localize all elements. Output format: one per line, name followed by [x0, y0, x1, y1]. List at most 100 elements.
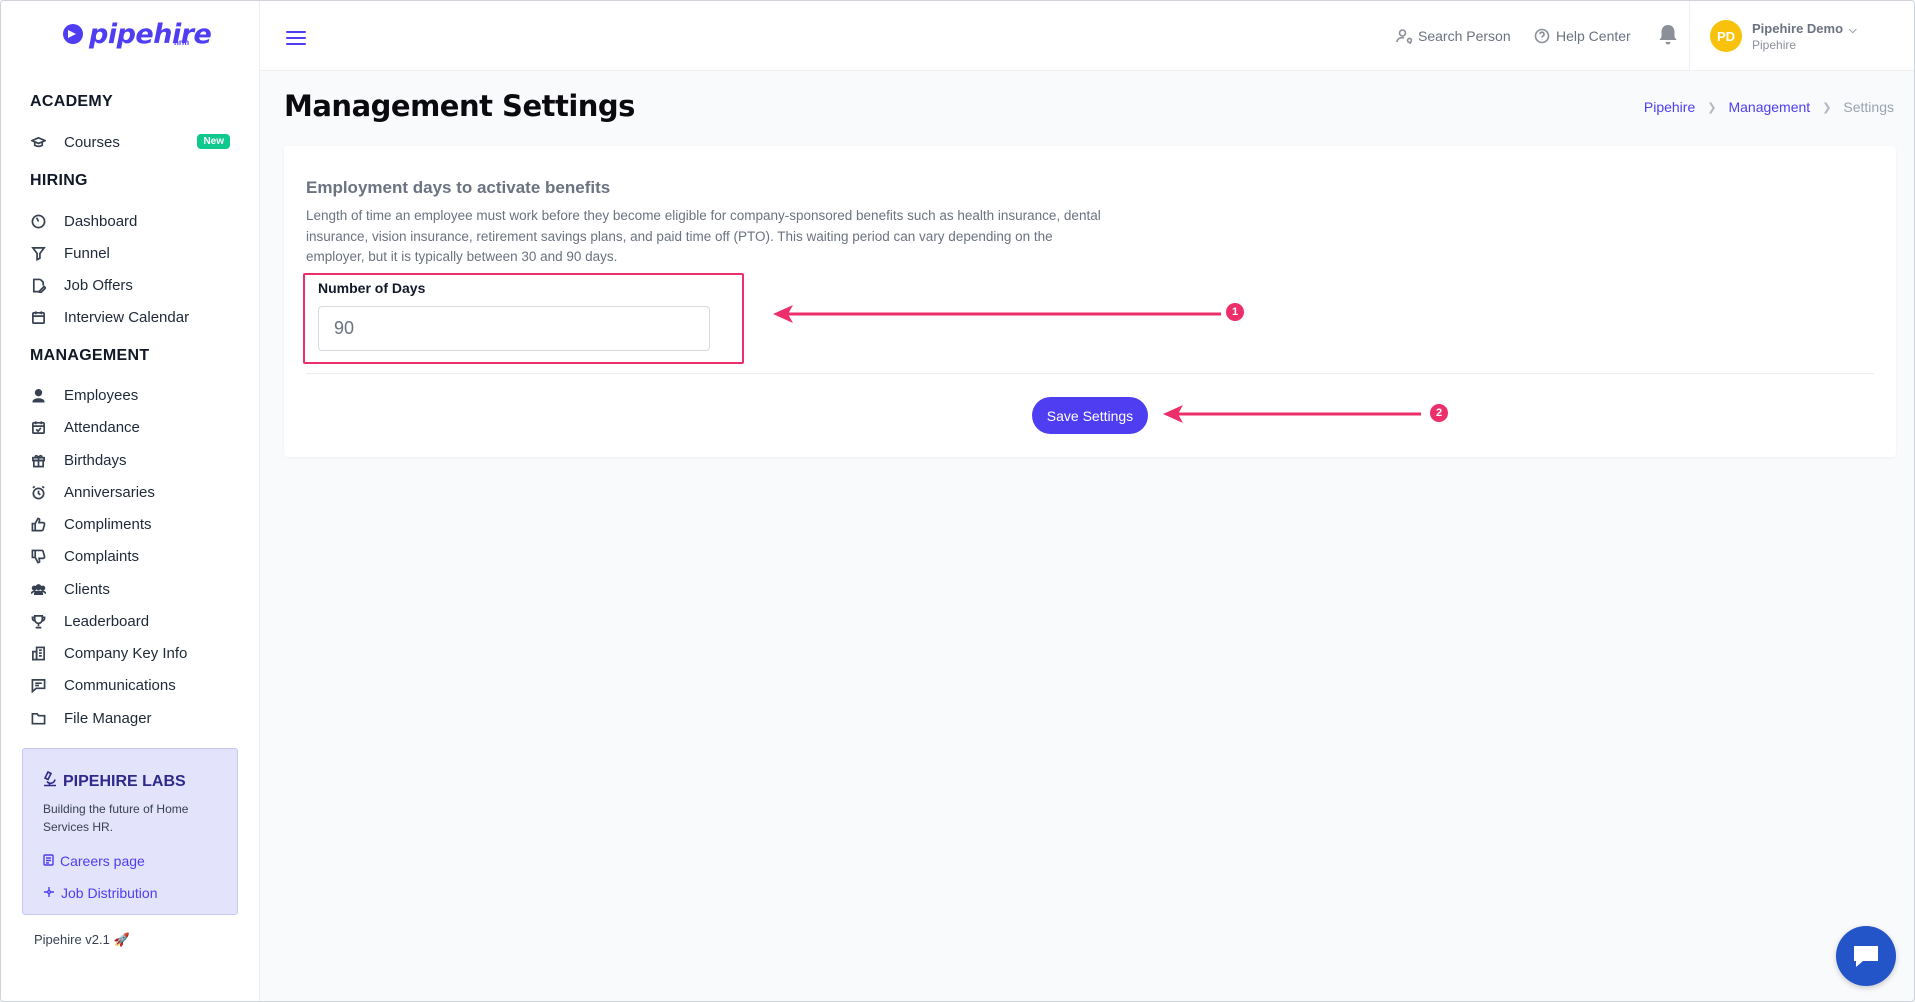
help-center-button[interactable]: Help Center [1534, 28, 1631, 44]
chat-icon [30, 677, 46, 693]
thumbs-down-icon [30, 548, 46, 564]
labs-description: Building the future of Home Services HR. [43, 802, 189, 834]
sidebar-item-label: Attendance [64, 418, 140, 436]
breadcrumb: Pipehire ❯ Management ❯ Settings [1644, 99, 1894, 115]
pipehire-labs-panel: PIPEHIRE LABS Building the future of Hom… [22, 748, 238, 915]
sidebar-item-label: Complaints [64, 547, 140, 565]
save-settings-button[interactable]: Save Settings [1032, 397, 1148, 434]
sidebar-item-label: Communications [64, 676, 176, 694]
annotation-marker-2: 2 [1430, 404, 1448, 422]
sidebar-item-courses[interactable]: Courses New [30, 129, 240, 155]
sidebar-item-communications[interactable]: Communications [30, 672, 240, 698]
number-of-days-label: Number of Days [318, 280, 426, 296]
careers-page-label: Careers page [60, 853, 145, 869]
card-divider [306, 373, 1874, 374]
bell-icon[interactable] [1657, 23, 1679, 52]
sidebar-item-interview-calendar[interactable]: Interview Calendar [30, 304, 240, 330]
play-logo-icon [63, 24, 83, 44]
folder-icon [30, 710, 46, 726]
chat-bubble-icon [1854, 946, 1878, 967]
chevron-right-icon: ❯ [1707, 101, 1717, 114]
sidebar-item-job-offers[interactable]: Job Offers [30, 272, 240, 298]
share-nodes-icon [43, 885, 55, 901]
sidebar-item-birthdays[interactable]: Birthdays [30, 447, 240, 473]
sidebar-item-anniversaries[interactable]: Anniversaries [30, 479, 240, 505]
sidebar-item-label: Compliments [64, 515, 152, 533]
annotation-marker-1: 1 [1226, 303, 1244, 321]
sidebar-item-label: Clients [64, 580, 110, 598]
sidebar-item-label: Dashboard [64, 212, 138, 230]
gift-icon [30, 452, 46, 468]
sidebar-item-employees[interactable]: Employees [30, 382, 240, 408]
graduation-cap-icon [30, 134, 46, 150]
building-icon [30, 645, 46, 661]
sidebar-item-label: Job Offers [64, 276, 133, 294]
page-title: Management Settings [284, 89, 635, 123]
app-window: pipehire hrm ACADEMY Courses New HIRING … [0, 0, 1915, 1002]
sidebar-item-label: Birthdays [64, 451, 127, 469]
labs-title: PIPEHIRE LABS [43, 770, 186, 792]
user-info: Pipehire Demo ⌵ Pipehire [1752, 21, 1857, 52]
help-center-label: Help Center [1556, 28, 1631, 44]
alarm-clock-icon [30, 484, 46, 500]
people-icon [30, 581, 46, 597]
logo-text: pipehire [89, 18, 212, 50]
sidebar-item-company-key-info[interactable]: Company Key Info [30, 640, 240, 666]
section-title-management: MANAGEMENT [30, 347, 150, 364]
thumbs-up-icon [30, 516, 46, 532]
settings-card: Employment days to activate benefits Len… [284, 146, 1896, 457]
number-of-days-input[interactable] [318, 306, 710, 351]
section-title-hiring: HIRING [30, 172, 88, 189]
sidebar-item-label: Funnel [64, 244, 110, 262]
sidebar-item-file-manager[interactable]: File Manager [30, 705, 240, 731]
sidebar-item-compliments[interactable]: Compliments [30, 511, 240, 537]
person-icon [30, 387, 46, 403]
hamburger-menu-icon[interactable] [286, 31, 306, 45]
job-distribution-label: Job Distribution [61, 885, 158, 901]
sidebar-item-complaints[interactable]: Complaints [30, 543, 240, 569]
new-badge: New [197, 134, 230, 149]
list-icon [43, 853, 54, 869]
job-distribution-link[interactable]: Job Distribution [43, 885, 158, 901]
chat-support-button[interactable] [1836, 926, 1896, 986]
breadcrumb-settings: Settings [1843, 99, 1894, 115]
calendar-check-icon [30, 419, 46, 435]
sidebar-item-funnel[interactable]: Funnel [30, 240, 240, 266]
avatar: PD [1710, 20, 1742, 52]
filter-icon [30, 245, 46, 261]
breadcrumb-management[interactable]: Management [1728, 99, 1810, 115]
careers-page-link[interactable]: Careers page [43, 853, 145, 869]
sidebar-item-clients[interactable]: Clients [30, 576, 240, 602]
person-search-icon [1396, 29, 1412, 44]
chevron-right-icon: ❯ [1822, 101, 1832, 114]
trophy-icon [30, 613, 46, 629]
calendar-icon [30, 309, 46, 325]
sidebar-item-attendance[interactable]: Attendance [30, 414, 240, 440]
question-circle-icon [1534, 28, 1550, 44]
settings-card-description: Length of time an employee must work bef… [306, 208, 1101, 264]
section-title-academy: ACADEMY [30, 93, 113, 110]
top-header: Search Person Help Center PD Pipehire De… [260, 1, 1914, 71]
settings-card-title: Employment days to activate benefits [306, 178, 611, 197]
logo-subtitle: hrm [174, 38, 190, 47]
sidebar-item-leaderboard[interactable]: Leaderboard [30, 608, 240, 634]
sidebar-item-label: Anniversaries [64, 483, 155, 501]
sidebar: pipehire hrm ACADEMY Courses New HIRING … [1, 1, 260, 1001]
breadcrumb-pipehire[interactable]: Pipehire [1644, 99, 1695, 115]
microscope-icon [43, 770, 57, 792]
chevron-down-icon: ⌵ [1849, 24, 1857, 36]
sidebar-item-label: Courses [64, 133, 120, 151]
document-edit-icon [30, 277, 46, 293]
sidebar-item-label: Leaderboard [64, 612, 150, 630]
user-org: Pipehire [1752, 37, 1797, 52]
sidebar-item-label: Employees [64, 386, 139, 404]
user-menu[interactable]: PD Pipehire Demo ⌵ Pipehire [1689, 1, 1914, 71]
labs-title-text: PIPEHIRE LABS [63, 772, 186, 790]
sidebar-item-label: Interview Calendar [64, 308, 190, 326]
gauge-icon [30, 213, 46, 229]
search-person-button[interactable]: Search Person [1396, 28, 1511, 44]
sidebar-item-label: File Manager [64, 709, 152, 727]
sidebar-item-dashboard[interactable]: Dashboard [30, 208, 240, 234]
sidebar-item-label: Company Key Info [64, 644, 188, 662]
user-name: Pipehire Demo ⌵ [1752, 20, 1857, 36]
